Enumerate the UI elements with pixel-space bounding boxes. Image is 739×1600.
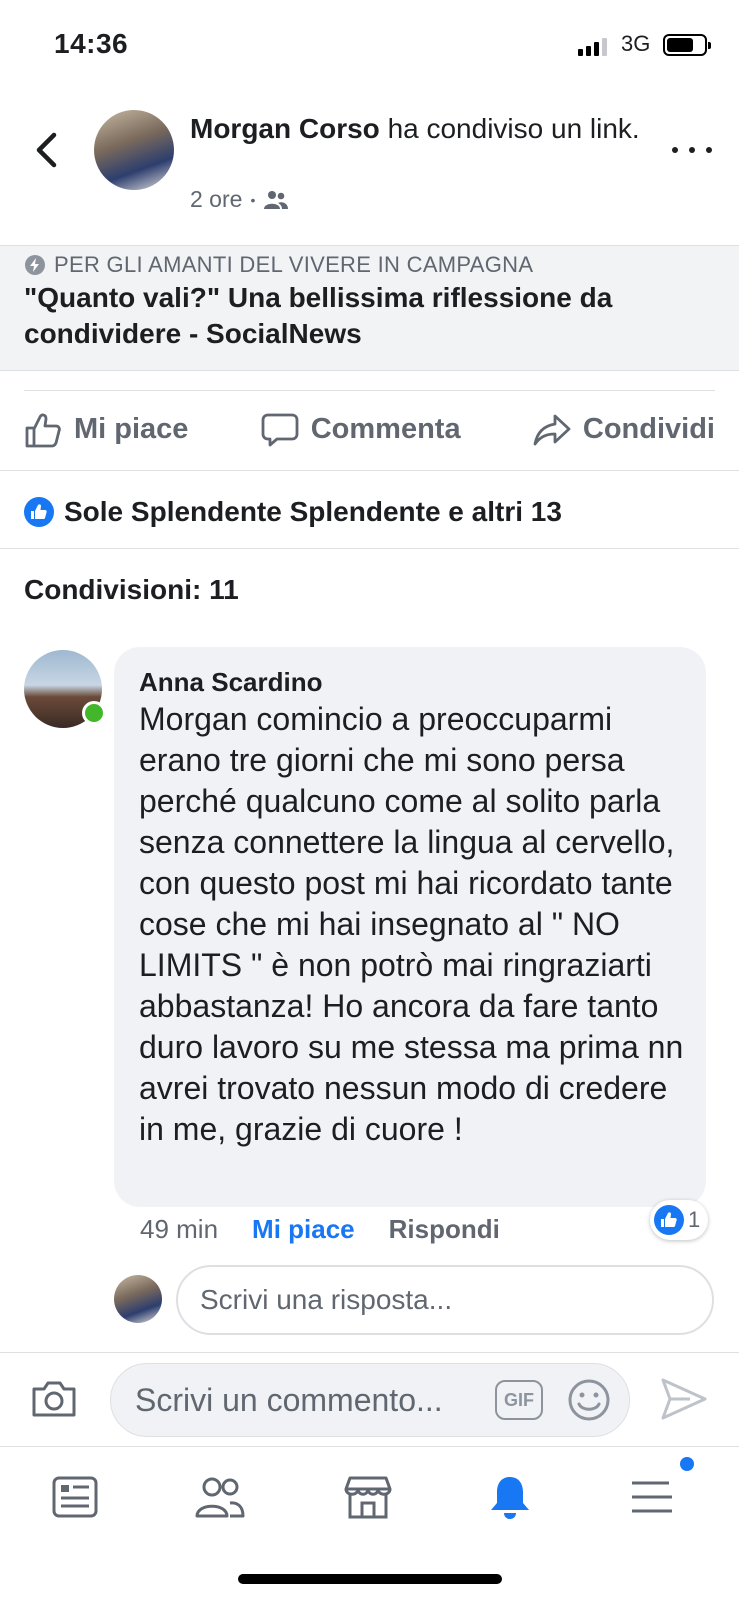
author-avatar[interactable]: [94, 110, 174, 190]
battery-level: [667, 38, 693, 52]
comment-time: 49 min: [140, 1214, 219, 1244]
tab-news-feed[interactable]: [45, 1467, 105, 1527]
divider: [0, 548, 739, 549]
divider: [0, 470, 739, 471]
dot: [672, 147, 678, 153]
emoji-icon: [568, 1379, 610, 1421]
more-options-button[interactable]: [672, 140, 712, 160]
thumbs-up-icon: [31, 504, 47, 519]
comment-button[interactable]: Commenta: [261, 412, 461, 448]
back-button[interactable]: [28, 128, 64, 172]
network-type: 3G: [621, 31, 651, 56]
friends-icon: [264, 190, 289, 209]
comment-label: Commenta: [310, 413, 461, 445]
notification-dot-badge: [680, 1457, 694, 1471]
home-indicator[interactable]: [238, 1574, 502, 1584]
comment-placeholder: Scrivi un commento...: [135, 1381, 443, 1418]
tab-bar: [0, 1446, 739, 1566]
comment-composer: Scrivi un commento... GIF: [0, 1352, 739, 1444]
dot: [689, 147, 695, 153]
comment-meta: 49 min Mi piace Rispondi: [140, 1214, 500, 1245]
tab-marketplace[interactable]: [338, 1467, 398, 1527]
comment-reactions[interactable]: 1: [650, 1200, 709, 1240]
reactions-summary[interactable]: Sole Splendente Splendente e altri 13: [24, 496, 562, 528]
share-icon: [533, 414, 571, 445]
chevron-left-icon: [36, 132, 57, 168]
thumbs-up-icon: [661, 1212, 677, 1227]
online-status-badge: [82, 701, 106, 725]
share-label: Condividi: [582, 413, 715, 445]
signal-icon: [578, 36, 607, 56]
news-feed-icon: [52, 1476, 98, 1518]
like-button[interactable]: Mi piace: [24, 411, 188, 449]
link-source-label: PER GLI AMANTI DEL VIVERE IN CAMPAGNA: [54, 252, 534, 277]
comment-input[interactable]: Scrivi un commento... GIF: [110, 1363, 630, 1437]
reply-input[interactable]: Scrivi una risposta...: [176, 1265, 714, 1335]
post-meta: 2 ore •: [190, 186, 289, 213]
comment-reaction-count: 1: [688, 1207, 701, 1232]
like-reaction-icon: [24, 497, 54, 527]
send-icon: [661, 1378, 707, 1420]
comment-like-button[interactable]: Mi piace: [252, 1214, 355, 1245]
friends-icon: [195, 1477, 245, 1518]
status-bar: 14:36 3G: [0, 0, 739, 90]
comment-bubble: Anna Scardino Morgan comincio a preoccup…: [114, 647, 706, 1207]
battery-icon: [663, 34, 711, 56]
send-button[interactable]: [660, 1377, 708, 1426]
link-preview[interactable]: PER GLI AMANTI DEL VIVERE IN CAMPAGNA "Q…: [0, 245, 739, 371]
post-header: Morgan Corso ha condiviso un link. 2 ore…: [0, 100, 739, 230]
reactions-text: Sole Splendente Splendente e altri 13: [64, 496, 562, 527]
post-title: Morgan Corso ha condiviso un link.: [190, 110, 660, 148]
emoji-button[interactable]: [567, 1378, 611, 1430]
camera-button[interactable]: [30, 1379, 78, 1424]
post-action-text: ha condiviso un link.: [387, 113, 640, 144]
marketplace-icon: [344, 1476, 392, 1519]
like-label: Mi piace: [74, 413, 189, 445]
meta-separator: •: [250, 191, 256, 208]
post-time[interactable]: 2 ore: [190, 186, 242, 213]
link-title[interactable]: "Quanto vali?" Una bellissima riflession…: [24, 280, 724, 352]
like-reaction-icon: [654, 1205, 684, 1235]
dot: [706, 147, 712, 153]
shares-count[interactable]: Condivisioni: 11: [24, 574, 239, 606]
notifications-icon: [491, 1477, 529, 1519]
instant-article-icon: [25, 255, 45, 275]
comment-text: Morgan comincio a preoccuparmi erano tre…: [139, 701, 684, 1147]
tab-menu[interactable]: [622, 1467, 682, 1527]
post-actions: Mi piace Commenta Condividi: [24, 390, 715, 468]
comment-author[interactable]: Anna Scardino: [139, 667, 322, 698]
my-avatar: [114, 1275, 162, 1323]
link-source: PER GLI AMANTI DEL VIVERE IN CAMPAGNA: [24, 252, 533, 278]
camera-icon: [32, 1381, 76, 1417]
menu-icon: [632, 1481, 672, 1513]
author-name[interactable]: Morgan Corso: [190, 113, 380, 144]
status-time: 14:36: [54, 28, 129, 59]
gif-button[interactable]: GIF: [495, 1380, 543, 1420]
comment-icon: [261, 413, 299, 446]
comment-reply-button[interactable]: Rispondi: [389, 1214, 500, 1245]
tab-notifications[interactable]: [480, 1467, 540, 1527]
share-button[interactable]: Condividi: [533, 413, 715, 447]
thumbs-up-icon: [25, 413, 61, 447]
tab-friends[interactable]: [190, 1467, 250, 1527]
